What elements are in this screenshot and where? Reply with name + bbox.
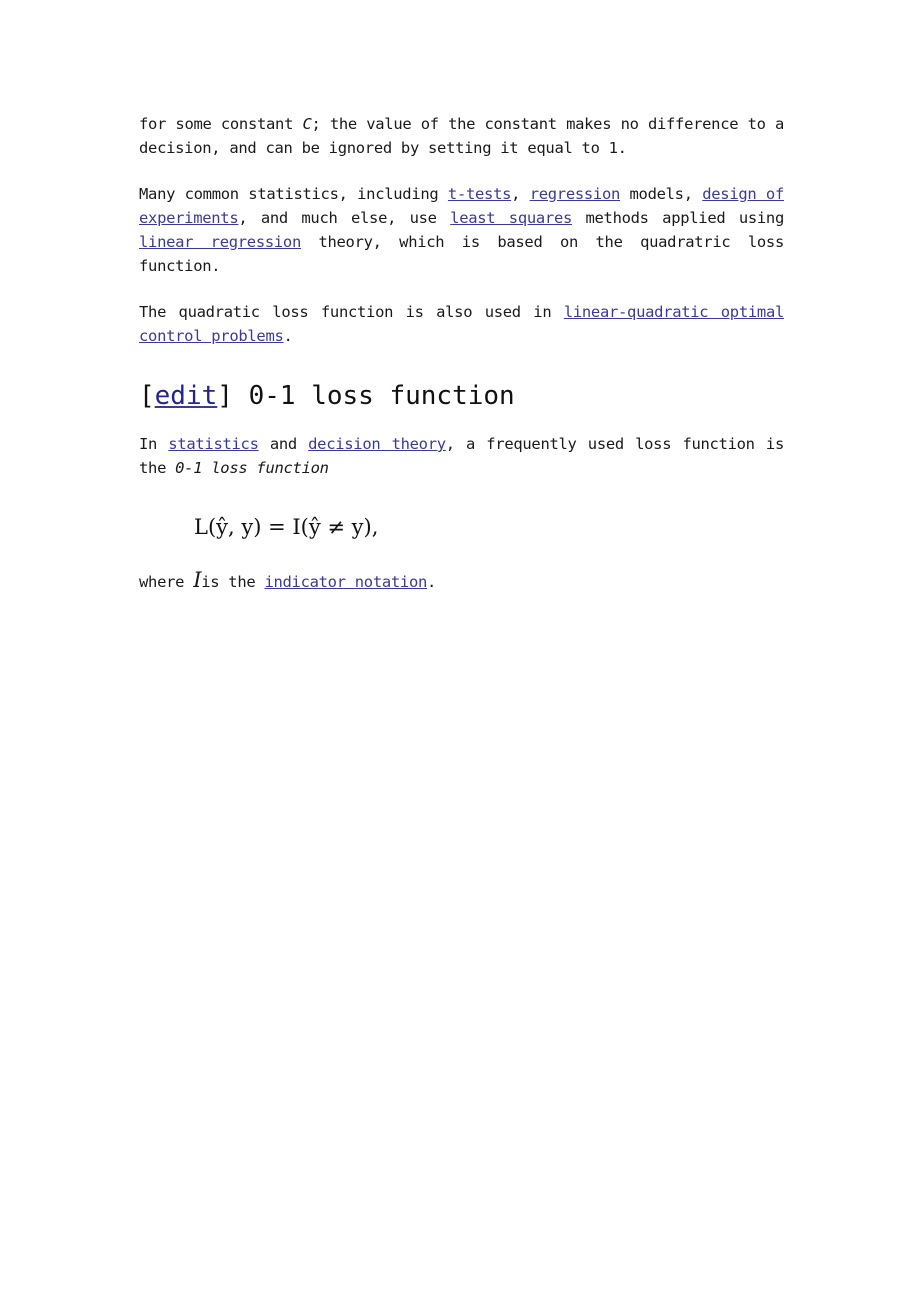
link-t-tests[interactable]: t-tests [448, 185, 512, 203]
formula-01-loss: L(ŷ, y) = I(ŷ ≠ y), [194, 515, 379, 539]
section-title: 0-1 loss function [232, 381, 515, 411]
edit-link[interactable]: edit [155, 381, 218, 411]
variable-i: I [193, 568, 202, 592]
link-least-squares[interactable]: least squares [450, 209, 572, 227]
paragraph-01-loss: In statistics and decision theory, a fre… [139, 435, 784, 477]
section-heading: [edit] 0-1 loss function [139, 381, 515, 411]
paragraph-quadratic-control: The quadratic loss function is also used… [139, 303, 785, 345]
link-indicator-notation[interactable]: indicator notation [264, 573, 427, 591]
link-decision-theory[interactable]: decision theory [308, 435, 446, 453]
paragraph-constant: for some constant C; the value of the co… [139, 115, 784, 157]
link-regression[interactable]: regression [530, 185, 621, 203]
paragraph-indicator: where Iis the indicator notation. [139, 568, 437, 592]
term-01-loss-function: 0-1 loss function [175, 459, 329, 477]
link-linear-regression[interactable]: linear regression [139, 233, 301, 251]
article-body: for some constant C; the value of the co… [139, 112, 784, 594]
link-statistics[interactable]: statistics [168, 435, 259, 453]
paragraph-statistics: Many common statistics, including t-test… [139, 185, 784, 275]
